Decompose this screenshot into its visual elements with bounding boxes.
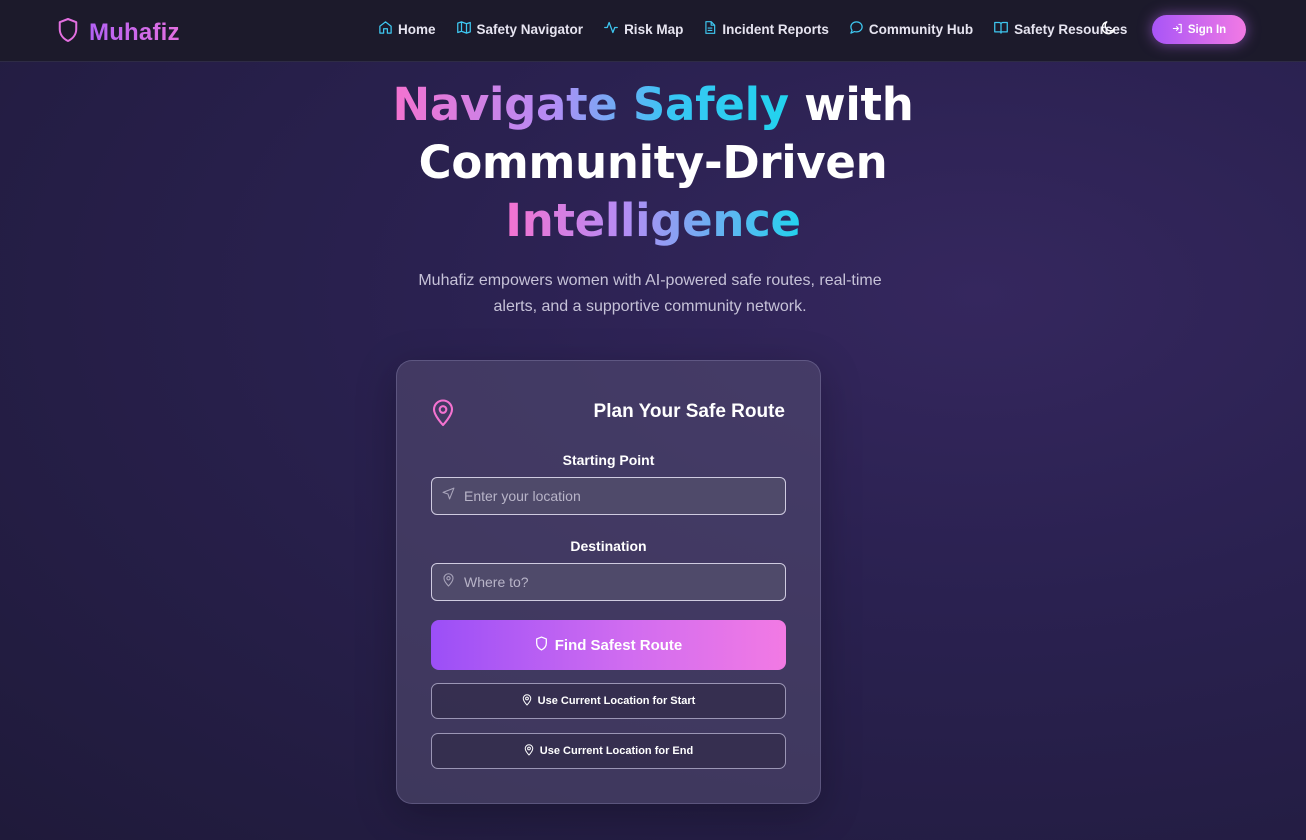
hero-title-with: with: [788, 78, 914, 131]
sign-in-label: Sign In: [1187, 23, 1227, 36]
start-label: Starting Point: [562, 452, 655, 468]
hero-subtitle: Muhafiz empowers women with AI-powered s…: [418, 272, 882, 315]
shield-small-icon: [535, 635, 548, 655]
home-icon: [378, 20, 393, 38]
nav-item-incident-reports[interactable]: Incident Reports: [703, 20, 829, 38]
nav-item-label: Incident Reports: [722, 21, 829, 37]
document-icon: [703, 20, 717, 38]
destination-input[interactable]: [464, 574, 785, 590]
find-route-label: Find Safest Route: [554, 636, 683, 654]
theme-toggle-button[interactable]: [1100, 19, 1117, 41]
card-title: Plan Your Safe Route: [593, 401, 785, 422]
activity-icon: [603, 20, 619, 38]
brand-logo[interactable]: Muhafiz: [57, 17, 180, 48]
start-field[interactable]: [431, 477, 786, 515]
chat-icon: [849, 20, 864, 38]
map-icon: [456, 20, 472, 38]
use-location-end-label: Use Current Location for End: [539, 745, 694, 757]
shield-icon: [57, 17, 79, 48]
hero-title-line2: Community-Driven: [418, 136, 888, 189]
destination-field[interactable]: [431, 563, 786, 601]
brand-name: Muhafiz: [89, 18, 180, 46]
nav-item-safety-navigator[interactable]: Safety Navigator: [456, 20, 584, 38]
book-icon: [993, 20, 1009, 38]
hero-title-line3: Intelligence: [505, 194, 801, 247]
use-location-end-button[interactable]: Use Current Location for End: [431, 733, 786, 769]
map-pin-small-icon: [442, 572, 455, 592]
find-safest-route-button[interactable]: Find Safest Route: [431, 620, 786, 670]
use-location-start-label: Use Current Location for Start: [537, 695, 696, 707]
moon-icon: [1100, 21, 1117, 40]
nav-item-label: Community Hub: [868, 21, 974, 37]
map-pin-icon: [431, 399, 455, 432]
hero-title-highlight: Navigate Safely: [392, 78, 790, 131]
nav-item-community-hub[interactable]: Community Hub: [849, 20, 973, 38]
navigation-arrow-icon: [442, 487, 455, 505]
nav-item-label: Risk Map: [624, 21, 684, 37]
nav-item-risk-map[interactable]: Risk Map: [603, 20, 683, 38]
nav-item-home[interactable]: Home: [378, 20, 436, 38]
map-pin-small-icon: [524, 743, 534, 759]
hero-title: Navigate Safely with Community-Driven In…: [0, 76, 1306, 250]
use-location-start-button[interactable]: Use Current Location for Start: [431, 683, 786, 719]
nav-item-label: Safety Navigator: [476, 21, 584, 37]
destination-label: Destination: [570, 538, 647, 554]
route-planner-card: Plan Your Safe Route Starting Point Dest…: [396, 360, 821, 804]
nav-item-label: Home: [398, 21, 436, 37]
map-pin-small-icon: [522, 693, 532, 709]
top-navbar: Muhafiz Home Safety Navigator Risk Map I…: [0, 0, 1306, 62]
nav-links: Home Safety Navigator Risk Map Incident …: [378, 20, 1147, 38]
sign-in-button[interactable]: Sign In: [1152, 15, 1246, 44]
start-input[interactable]: [464, 488, 785, 504]
login-icon: [1172, 23, 1183, 37]
